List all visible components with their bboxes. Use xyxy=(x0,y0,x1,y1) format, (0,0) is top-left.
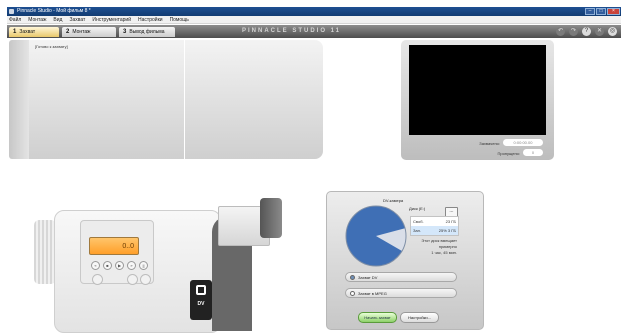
menu-capture[interactable]: Захват xyxy=(69,16,85,23)
player-panel: Захвачено: 0:00:00.00 Пропущено: 0 xyxy=(401,40,554,160)
tab-number: 3 xyxy=(123,29,127,35)
capacity-estimate: Этот диск вмещает примерно 1 час, 45 мин… xyxy=(412,238,457,256)
menu-edit[interactable]: Монтаж xyxy=(28,16,46,23)
menu-file[interactable]: Файл xyxy=(9,16,21,23)
tab-capture[interactable]: 1 Захват xyxy=(9,27,59,37)
menu-bar: Файл Монтаж Вид Захват Инструментарий На… xyxy=(7,16,621,24)
dv-mark-icon xyxy=(196,285,206,295)
camcorder-grip xyxy=(34,220,56,284)
maximize-button[interactable]: □ xyxy=(596,8,606,15)
capture-mpeg-option[interactable]: Захват в MPEG xyxy=(345,288,457,298)
album-right-page[interactable] xyxy=(185,40,323,159)
app-icon xyxy=(9,9,14,14)
settings-icon[interactable]: ◎ xyxy=(608,27,617,36)
camcorder-controller: 0..0 « ■ ▶ » || DV xyxy=(32,188,294,333)
brand-logo-text: PINNACLE STUDIO 11 xyxy=(242,28,342,34)
tab-number: 2 xyxy=(66,29,70,35)
dropped-counter: 0 xyxy=(523,149,543,156)
menu-help[interactable]: Помощь xyxy=(170,16,189,23)
album-caption: [Готово к захвату] xyxy=(35,44,68,49)
pause-button[interactable]: || xyxy=(139,261,148,270)
radio-icon xyxy=(350,291,355,296)
album-spine xyxy=(9,40,29,159)
delete-icon[interactable]: ✕ xyxy=(595,27,604,36)
window-titlebar: Pinnacle Studio - Мой фильм 8 * – □ × xyxy=(7,7,621,16)
tab-label: Вывод фильма xyxy=(129,29,165,35)
start-capture-button[interactable]: Начать захват xyxy=(358,312,397,323)
shuttle-forward-button[interactable] xyxy=(127,274,138,285)
captured-counter: 0:00:00.00 xyxy=(503,139,543,146)
capture-album: [Готово к захвату] xyxy=(9,40,323,159)
window-title: Pinnacle Studio - Мой фильм 8 * xyxy=(17,8,91,14)
close-button[interactable]: × xyxy=(607,8,620,15)
disk-stats: Своб. 23 ГБ Зан. 25% 3 ГБ xyxy=(410,216,459,236)
rewind-button[interactable]: « xyxy=(91,261,100,270)
window-controls: – □ × xyxy=(585,8,620,15)
menu-toolbox[interactable]: Инструментарий xyxy=(92,16,131,23)
stat-value: 25% 3 ГБ xyxy=(438,228,456,233)
album-left-page[interactable] xyxy=(29,40,184,159)
tab-label: Монтаж xyxy=(72,29,91,35)
disk-free-row: Своб. 23 ГБ xyxy=(411,217,458,226)
volume-button[interactable] xyxy=(140,274,151,285)
help-icon[interactable]: ? xyxy=(582,27,591,36)
fast-forward-button[interactable]: » xyxy=(127,261,136,270)
capture-device-title: DV-камера xyxy=(383,198,404,203)
capture-settings-button[interactable]: Настройки... xyxy=(400,312,439,323)
video-preview-screen xyxy=(409,45,546,135)
shuttle-back-button[interactable] xyxy=(92,274,103,285)
tab-make-movie[interactable]: 3 Вывод фильма xyxy=(119,27,175,37)
camcorder-eyepiece xyxy=(260,198,282,238)
capture-source-panel: DV-камера Диск (E:) ... Своб. 23 ГБ Зан.… xyxy=(326,191,484,330)
minimize-button[interactable]: – xyxy=(585,8,595,15)
radio-selected-icon xyxy=(350,275,355,280)
disk-space-pie xyxy=(345,205,407,267)
stat-label: Зан. xyxy=(413,228,421,233)
undo-icon[interactable]: ↶ xyxy=(556,27,565,36)
stat-value: 23 ГБ xyxy=(445,219,456,224)
stat-label: Своб. xyxy=(413,219,424,224)
mode-tab-bar: 1 Захват 2 Монтаж 3 Вывод фильма PINNACLE S… xyxy=(7,25,621,38)
tab-label: Захват xyxy=(19,29,36,35)
disk-label: Диск (E:) xyxy=(409,206,426,211)
captured-label: Захвачено: xyxy=(479,141,500,146)
redo-icon[interactable]: ↷ xyxy=(569,27,578,36)
option-label: Захват DV xyxy=(358,275,378,280)
dv-logo: DV xyxy=(190,280,212,320)
dropped-label: Пропущено: xyxy=(497,151,520,156)
tab-edit[interactable]: 2 Монтаж xyxy=(62,27,116,37)
toolbar-icons: ↶ ↷ ? ✕ ◎ xyxy=(556,27,617,36)
camcorder-lcd: 0..0 xyxy=(89,237,139,255)
option-label: Захват в MPEG xyxy=(358,291,387,296)
play-button[interactable]: ▶ xyxy=(115,261,124,270)
disk-used-row: Зан. 25% 3 ГБ xyxy=(411,226,458,235)
menu-view[interactable]: Вид xyxy=(53,16,62,23)
capture-dv-option[interactable]: Захват DV xyxy=(345,272,457,282)
menu-settings[interactable]: Настройки xyxy=(138,16,163,23)
tab-number: 1 xyxy=(13,29,17,35)
stop-button[interactable]: ■ xyxy=(103,261,112,270)
dv-logo-text: DV xyxy=(197,301,205,307)
estimate-line: 1 час, 45 мин. xyxy=(431,250,457,255)
disk-space-gauge xyxy=(344,204,408,273)
